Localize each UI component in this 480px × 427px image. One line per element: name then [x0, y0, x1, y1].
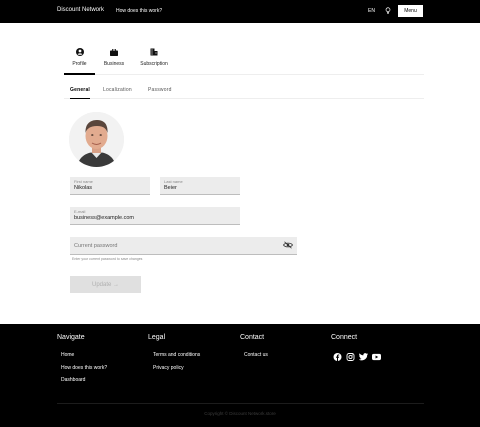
- password-hint: Enter your current password to save chan…: [72, 257, 143, 261]
- tab-label: Business: [103, 61, 125, 67]
- instagram-icon[interactable]: [346, 353, 355, 361]
- top-bar: Discount Network How does this work? EN …: [0, 0, 480, 23]
- avatar[interactable]: [69, 112, 124, 167]
- subscription-icon: [150, 45, 158, 56]
- profile-icon: [75, 45, 84, 56]
- current-password-field[interactable]: Current password: [70, 237, 297, 255]
- brand-logo-text[interactable]: Discount Network: [57, 7, 104, 13]
- copyright-text: Copyright © Discount Network.store: [204, 411, 276, 416]
- footer-link-how[interactable]: How does this work?: [61, 365, 107, 371]
- footer-navigate: Navigate: [57, 334, 85, 341]
- tab-label: Subscription: [140, 61, 168, 67]
- facebook-icon[interactable]: [333, 353, 342, 361]
- eye-off-icon[interactable]: [283, 241, 293, 249]
- footer-link-dashboard[interactable]: Dashboard: [61, 377, 85, 383]
- account-tabs: Profile Business Subscription: [64, 45, 424, 75]
- footer-legal: Legal: [148, 334, 165, 341]
- first-name-label: First name: [74, 179, 93, 184]
- footer-legal-heading: Legal: [148, 334, 166, 341]
- footer-connect: Connect: [331, 334, 357, 341]
- subtab-localization[interactable]: Localization: [103, 87, 132, 99]
- how-it-works-link[interactable]: How does this work?: [116, 8, 162, 14]
- tab-business[interactable]: Business: [100, 45, 128, 75]
- last-name-label: Last name: [164, 179, 183, 184]
- email-label: E-mail: [74, 209, 86, 214]
- first-name-field[interactable]: First name Nikolas: [70, 177, 150, 195]
- footer-navigate-heading: Navigate: [57, 334, 85, 341]
- footer-link-privacy[interactable]: Privacy policy: [153, 365, 184, 371]
- email-value[interactable]: business@example.com: [74, 215, 227, 221]
- menu-button[interactable]: Menu: [398, 5, 423, 17]
- tab-subscription[interactable]: Subscription: [136, 45, 172, 75]
- twitter-icon[interactable]: [359, 353, 368, 361]
- lightbulb-icon[interactable]: [385, 7, 391, 15]
- tab-profile[interactable]: Profile: [64, 45, 95, 75]
- subtab-general[interactable]: General: [70, 87, 91, 99]
- last-name-value[interactable]: Beier: [164, 185, 236, 191]
- youtube-icon[interactable]: [372, 353, 381, 361]
- tab-label: Profile: [72, 61, 87, 67]
- footer-link-terms[interactable]: Terms and conditions: [153, 352, 200, 358]
- last-name-field[interactable]: Last name Beier: [160, 177, 240, 195]
- footer-link-home[interactable]: Home: [61, 352, 74, 358]
- footer-contact: Contact: [240, 334, 264, 341]
- footer-contact-heading: Contact: [240, 334, 265, 341]
- email-field[interactable]: E-mail business@example.com: [70, 207, 240, 225]
- briefcase-icon: [110, 45, 118, 56]
- profile-subtabs: General Localization Password: [64, 87, 424, 99]
- footer-divider: [57, 403, 424, 404]
- current-password-placeholder: Current password: [74, 243, 118, 249]
- update-button[interactable]: Update →: [70, 276, 141, 293]
- footer-connect-heading: Connect: [331, 334, 358, 341]
- subtab-password[interactable]: Password: [148, 87, 172, 99]
- first-name-value[interactable]: Nikolas: [74, 185, 146, 191]
- language-selector[interactable]: EN: [368, 8, 375, 14]
- footer-link-contact[interactable]: Contact us: [244, 352, 268, 358]
